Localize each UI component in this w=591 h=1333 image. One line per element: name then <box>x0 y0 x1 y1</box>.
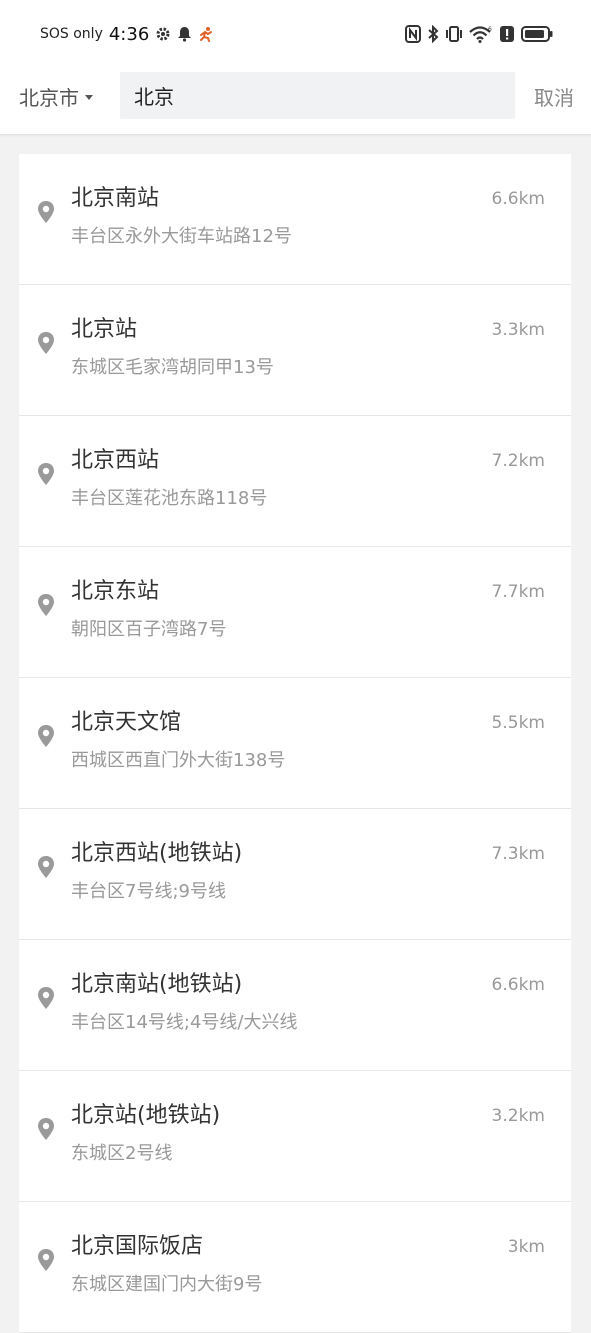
status-left: SOS only 4:36 <box>40 22 214 46</box>
result-name: 北京站(地铁站) <box>71 1103 221 1128</box>
city-selector[interactable]: 北京市 <box>19 80 93 112</box>
result-item[interactable]: 北京南站(地铁站) 丰台区14号线;4号线/大兴线 6.6km <box>19 940 571 1071</box>
result-item[interactable]: 北京南站 丰台区永外大街车站路12号 6.6km <box>19 154 571 285</box>
result-address: 丰台区永外大街车站路12号 <box>71 226 292 247</box>
results-list: 北京南站 丰台区永外大街车站路12号 6.6km 北京站 东城区毛家湾胡同甲13… <box>19 154 571 1333</box>
location-pin-icon <box>36 855 56 879</box>
result-item[interactable]: 北京站(地铁站) 东城区2号线 3.2km <box>19 1071 571 1202</box>
status-bar: SOS only 4:36 6 <box>0 0 591 64</box>
result-item[interactable]: 北京天文馆 西城区西直门外大街138号 5.5km <box>19 678 571 809</box>
result-distance: 3.3km <box>491 320 545 340</box>
result-address: 东城区2号线 <box>71 1143 173 1164</box>
result-address: 丰台区14号线;4号线/大兴线 <box>71 1012 298 1033</box>
result-distance: 5.5km <box>491 713 545 733</box>
bluetooth-icon <box>427 25 439 43</box>
result-name: 北京南站(地铁站) <box>71 972 243 997</box>
result-address: 西城区西直门外大街138号 <box>71 750 286 771</box>
sos-status-text: SOS only <box>40 26 103 42</box>
result-distance: 3km <box>507 1237 545 1257</box>
result-name: 北京东站 <box>71 579 160 604</box>
nfc-icon <box>405 25 421 43</box>
location-pin-icon <box>36 1248 56 1272</box>
svg-text:6: 6 <box>488 26 492 33</box>
result-name: 北京南站 <box>71 186 160 211</box>
result-item[interactable]: 北京东站 朝阳区百子湾路7号 7.7km <box>19 547 571 678</box>
location-pin-icon <box>36 1117 56 1141</box>
cancel-button[interactable]: 取消 <box>534 82 574 111</box>
result-item[interactable]: 北京西站(地铁站) 丰台区7号线;9号线 7.3km <box>19 809 571 940</box>
status-right: 6 <box>405 22 553 46</box>
result-address: 朝阳区百子湾路7号 <box>71 619 227 640</box>
result-distance: 6.6km <box>491 189 545 209</box>
location-pin-icon <box>36 331 56 355</box>
result-distance: 7.3km <box>491 844 545 864</box>
search-bar: 北京市 取消 <box>0 64 591 135</box>
result-distance: 3.2km <box>491 1106 545 1126</box>
search-field[interactable] <box>120 72 515 119</box>
vibrate-icon <box>445 25 463 43</box>
alert-icon <box>499 25 515 43</box>
result-address: 东城区毛家湾胡同甲13号 <box>71 357 274 378</box>
location-pin-icon <box>36 200 56 224</box>
location-pin-icon <box>36 462 56 486</box>
location-pin-icon <box>36 986 56 1010</box>
result-item[interactable]: 北京国际饭店 东城区建国门内大街9号 3km <box>19 1202 571 1333</box>
wifi-6-icon: 6 <box>469 25 493 43</box>
clock-time: 4:36 <box>108 23 150 45</box>
location-pin-icon <box>36 593 56 617</box>
result-name: 北京西站 <box>71 448 160 473</box>
city-label: 北京市 <box>19 85 79 110</box>
settings-gear-icon <box>155 26 171 42</box>
result-name: 北京天文馆 <box>71 710 182 735</box>
battery-icon <box>521 25 553 43</box>
result-distance: 7.2km <box>491 451 545 471</box>
location-pin-icon <box>36 724 56 748</box>
result-distance: 7.7km <box>491 582 545 602</box>
notification-bell-icon <box>177 26 192 42</box>
result-name: 北京国际饭店 <box>71 1234 204 1259</box>
result-item[interactable]: 北京站 东城区毛家湾胡同甲13号 3.3km <box>19 285 571 416</box>
search-input[interactable] <box>134 83 515 108</box>
result-name: 北京西站(地铁站) <box>71 841 243 866</box>
result-address: 东城区建国门内大街9号 <box>71 1274 263 1295</box>
running-app-icon <box>198 26 214 42</box>
result-item[interactable]: 北京西站 丰台区莲花池东路118号 7.2km <box>19 416 571 547</box>
result-address: 丰台区7号线;9号线 <box>71 881 226 902</box>
result-name: 北京站 <box>71 317 138 342</box>
caret-down-icon <box>85 94 93 100</box>
result-distance: 6.6km <box>491 975 545 995</box>
result-address: 丰台区莲花池东路118号 <box>71 488 268 509</box>
